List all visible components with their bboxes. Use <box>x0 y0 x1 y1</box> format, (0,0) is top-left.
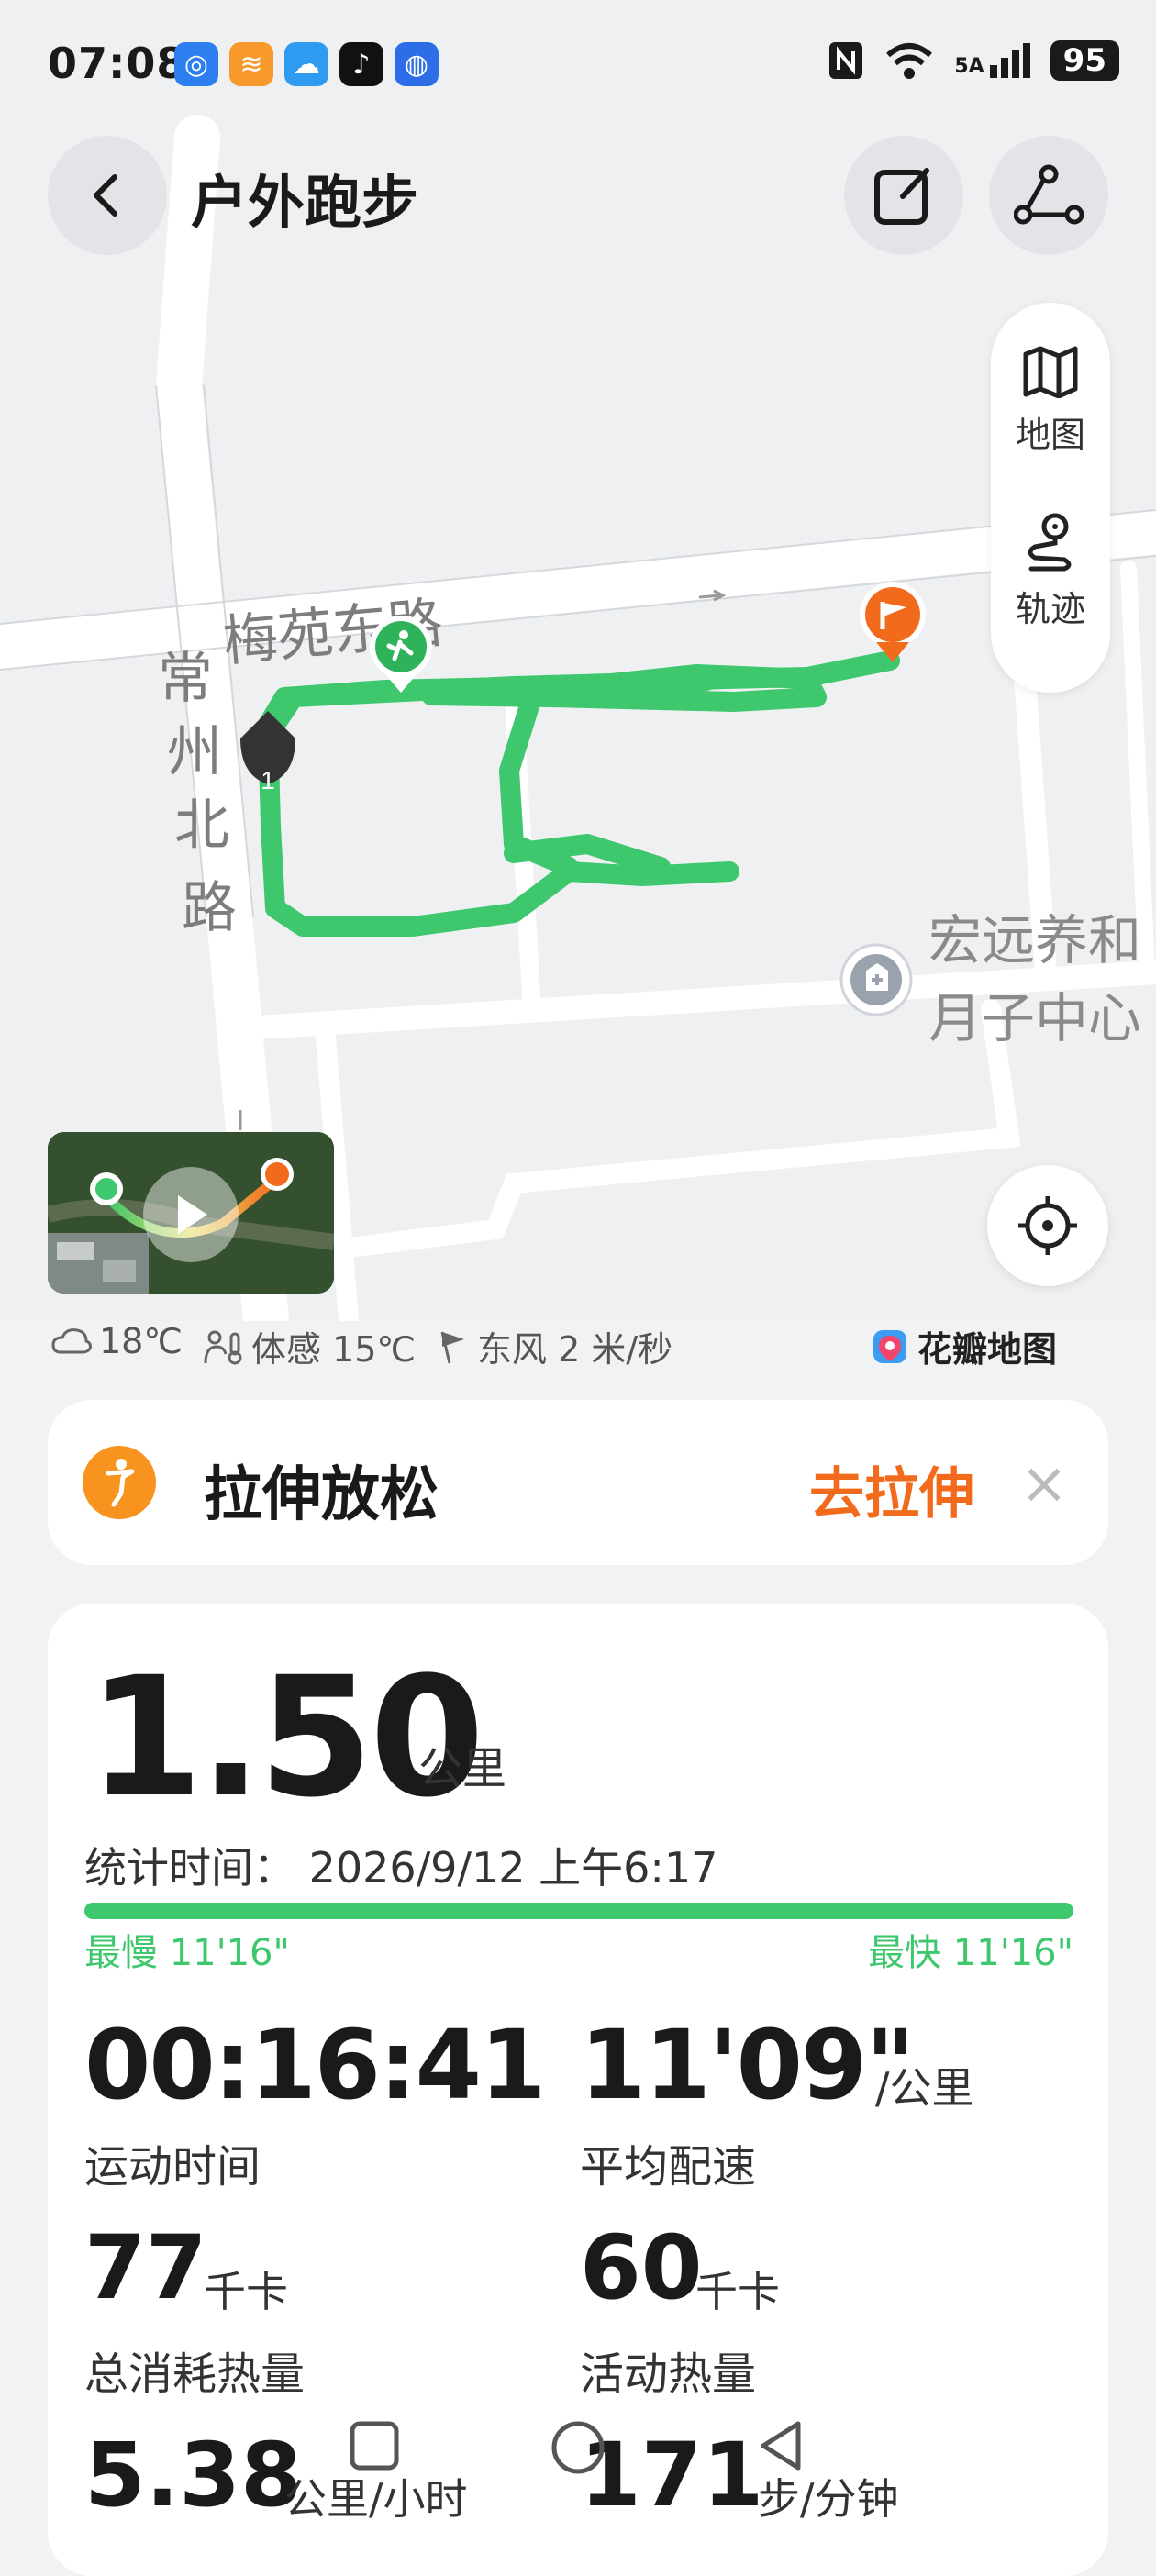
active-cal-value: 60 <box>580 2216 703 2319</box>
page-title: 户外跑步 <box>191 169 419 236</box>
road-label-changzhou-1: 常 <box>158 648 213 709</box>
stretch-icon <box>83 1446 156 1519</box>
map-icon <box>1023 346 1078 399</box>
avg-pace-unit: /公里 <box>875 2063 974 2113</box>
recent-apps-icon[interactable] <box>347 2418 402 2473</box>
road-label-changzhou-3: 北 <box>174 794 229 856</box>
total-cal-unit: 千卡 <box>204 2267 288 2316</box>
avg-pace-value: 11'09" <box>580 2009 915 2121</box>
network-label: 5A <box>954 55 984 78</box>
status-time: 07:08 <box>48 39 187 88</box>
app-orange-icon: ≋ <box>229 42 273 86</box>
play-button[interactable] <box>143 1167 239 1262</box>
weather-temp: 18℃ <box>51 1321 183 1361</box>
road-label-changzhou-2: 州 <box>167 721 222 783</box>
battery-indicator: 95 <box>1050 40 1119 81</box>
edit-button[interactable] <box>844 136 963 255</box>
thermometer-person-icon <box>204 1330 242 1364</box>
active-cal-unit: 千卡 <box>695 2267 780 2316</box>
nfc-icon <box>829 42 863 79</box>
weather-feels-like: 体感 15℃ <box>204 1321 416 1371</box>
lap-marker-number: 1 <box>261 766 275 794</box>
track-replay-preview[interactable] <box>48 1132 334 1294</box>
duration-value: 00:16:41 <box>84 2009 546 2121</box>
wifi-icon <box>886 43 933 79</box>
back-button[interactable] <box>48 136 167 255</box>
browser-icon: ◎ <box>174 42 218 86</box>
chevron-left-icon <box>94 174 117 217</box>
locate-button[interactable] <box>987 1165 1108 1286</box>
wind-text: 东风 2 米/秒 <box>477 1329 673 1370</box>
track-icon <box>1028 513 1072 572</box>
total-cal-value: 77 <box>84 2216 207 2319</box>
track-mode-label: 轨迹 <box>1015 589 1085 629</box>
stretch-title: 拉伸放松 <box>204 1461 439 1529</box>
temperature-text: 18℃ <box>99 1321 183 1361</box>
crosshair-icon <box>1018 1196 1077 1255</box>
go-stretch-button[interactable]: 去拉伸 <box>809 1449 974 1529</box>
cloud-icon <box>51 1328 92 1354</box>
status-app-icons: ◎ ≋ ☁ ♪ ◍ <box>174 42 439 86</box>
fastest-pace: 最快 11'16" <box>868 1932 1073 1974</box>
road-label-changzhou-4: 路 <box>182 877 237 938</box>
map-mode-label: 地图 <box>1015 415 1085 455</box>
weather-icon: ☁ <box>284 42 328 86</box>
map-view[interactable]: 梅苑东路 常 州 北 路 1 宏远养和 月子中心 <box>0 0 1156 1321</box>
stretch-card[interactable]: 拉伸放松 去拉伸 × <box>48 1400 1108 1565</box>
route-share-icon <box>1014 164 1084 225</box>
track-mode-button[interactable]: 轨迹 <box>991 512 1110 631</box>
pace-bar <box>84 1903 1073 1919</box>
petal-maps-logo-icon <box>873 1329 906 1363</box>
active-cal-label: 活动热量 <box>580 2348 757 2400</box>
avg-pace-label: 平均配速 <box>580 2141 757 2193</box>
poi-label-2: 月子中心 <box>928 989 1141 1049</box>
poi-marker[interactable] <box>839 943 913 1016</box>
wind-flag-icon <box>440 1331 464 1363</box>
status-indicators: 5A 95 <box>828 40 1119 81</box>
brand-text: 花瓣地图 <box>917 1329 1058 1370</box>
distance-unit: 公里 <box>418 1743 507 1794</box>
back-nav-icon[interactable] <box>754 2418 809 2473</box>
tiktok-icon: ♪ <box>339 42 383 86</box>
map-mode-switch: 地图 轨迹 <box>991 303 1110 693</box>
edit-icon <box>874 168 929 225</box>
home-icon[interactable] <box>549 2418 607 2477</box>
slowest-pace: 最慢 11'16" <box>84 1932 290 1974</box>
signal-icon: 5A <box>954 43 1030 78</box>
play-icon <box>178 1195 207 1234</box>
close-icon[interactable]: × <box>1020 1449 1068 1516</box>
system-nav-bar <box>0 2418 1156 2477</box>
duration-label: 运动时间 <box>84 2141 261 2193</box>
total-cal-label: 总消耗热量 <box>84 2348 306 2400</box>
map-mode-button[interactable]: 地图 <box>991 345 1110 457</box>
stat-time: 统计时间： 2026/9/12 上午6:17 <box>84 1843 718 1893</box>
bulb-icon: ◍ <box>395 42 439 86</box>
feels-like-text: 体感 15℃ <box>251 1329 417 1370</box>
poi-label-1: 宏远养和 <box>928 911 1141 971</box>
share-route-button[interactable] <box>989 136 1108 255</box>
map-brand: 花瓣地图 <box>872 1321 1057 1371</box>
weather-wind: 东风 2 米/秒 <box>437 1321 672 1371</box>
